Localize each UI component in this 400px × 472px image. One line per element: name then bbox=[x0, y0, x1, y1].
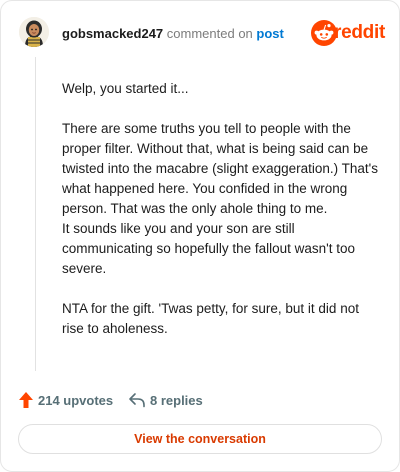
reddit-logo[interactable]: reddit bbox=[309, 20, 385, 46]
comment-header: gobsmacked247 commented on post reddit bbox=[19, 17, 385, 49]
comment-paragraph: NTA for the gift. 'Twas petty, for sure,… bbox=[62, 301, 359, 336]
username-link[interactable]: gobsmacked247 bbox=[62, 26, 163, 41]
comment-body: Welp, you started it... There are some t… bbox=[62, 79, 384, 359]
upvote-arrow-icon bbox=[19, 392, 33, 408]
upvote-button[interactable]: 214 upvotes bbox=[18, 390, 113, 410]
reddit-wordmark: reddit bbox=[334, 22, 385, 43]
view-conversation-button[interactable]: View the conversation bbox=[18, 424, 382, 454]
upvote-count: 214 upvotes bbox=[38, 392, 114, 408]
comment-byline: gobsmacked247 commented on post bbox=[62, 26, 284, 42]
comment-paragraph: There are some truths you tell to people… bbox=[62, 121, 378, 276]
reply-arrow-icon bbox=[129, 393, 145, 408]
user-avatar[interactable] bbox=[19, 17, 49, 47]
thread-line bbox=[35, 57, 36, 371]
action-text: commented on bbox=[166, 26, 253, 41]
embedded-comment-card: gobsmacked247 commented on post reddit W… bbox=[0, 0, 400, 472]
reply-count: 8 replies bbox=[150, 392, 203, 408]
post-link[interactable]: post bbox=[256, 26, 283, 41]
comment-paragraph: Welp, you started it... bbox=[62, 81, 189, 96]
replies-button[interactable]: 8 replies bbox=[128, 390, 203, 410]
